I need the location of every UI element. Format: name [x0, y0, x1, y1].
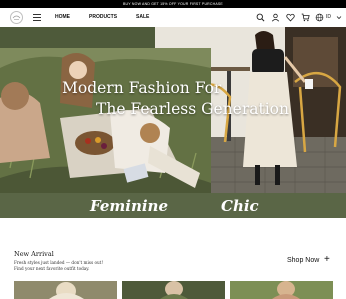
shop-now-link[interactable]: Shop Now: [287, 257, 319, 264]
account-icon[interactable]: [271, 13, 280, 22]
feminine-chic-band: Feminine Chic: [0, 193, 346, 218]
menu-icon[interactable]: [33, 14, 41, 21]
nav-link-home[interactable]: HOME: [55, 14, 70, 21]
cart-icon[interactable]: [301, 13, 310, 22]
announcement-bar: BUY NOW AND GET 15% OFF YOUR FIRST PURCH…: [0, 0, 346, 8]
logo-mark-icon: [12, 15, 21, 20]
product-image-1: [14, 281, 117, 299]
plus-icon[interactable]: +: [324, 255, 330, 265]
nav-link-sale[interactable]: SALE: [136, 14, 149, 21]
product-card-1[interactable]: [14, 281, 117, 299]
new-arrival-subtitle-line-2: Find your next favorite outfit today.: [14, 266, 90, 271]
product-card-2[interactable]: [122, 281, 225, 299]
band-word-chic: Chic: [221, 197, 259, 215]
chevron-down-icon[interactable]: [336, 13, 342, 22]
hero-title-line-1: Modern Fashion For: [62, 79, 222, 97]
wishlist-icon[interactable]: [286, 13, 295, 22]
hero-title-line-2: The Fearless Generation: [96, 100, 289, 118]
new-arrival-subtitle: Fresh styles just landed — don't miss ou…: [14, 260, 104, 272]
band-word-feminine: Feminine: [90, 197, 168, 215]
product-image-2: [122, 281, 225, 299]
globe-icon[interactable]: [315, 13, 324, 22]
nav-link-products[interactable]: PRODUCTS: [89, 14, 117, 21]
hero-title: Modern Fashion For The Fearless Generati…: [62, 78, 289, 120]
product-image-3: [230, 281, 333, 299]
hero-banner[interactable]: Modern Fashion For The Fearless Generati…: [0, 27, 346, 193]
main-navigation: HOME PRODUCTS SALE ID: [0, 8, 346, 27]
product-card-3[interactable]: [230, 281, 333, 299]
new-arrival-title: New Arrival: [14, 250, 54, 258]
hero-image-picnic: [0, 48, 211, 193]
brand-logo[interactable]: [10, 11, 23, 24]
language-selector[interactable]: ID: [326, 14, 331, 21]
search-icon[interactable]: [256, 13, 265, 22]
